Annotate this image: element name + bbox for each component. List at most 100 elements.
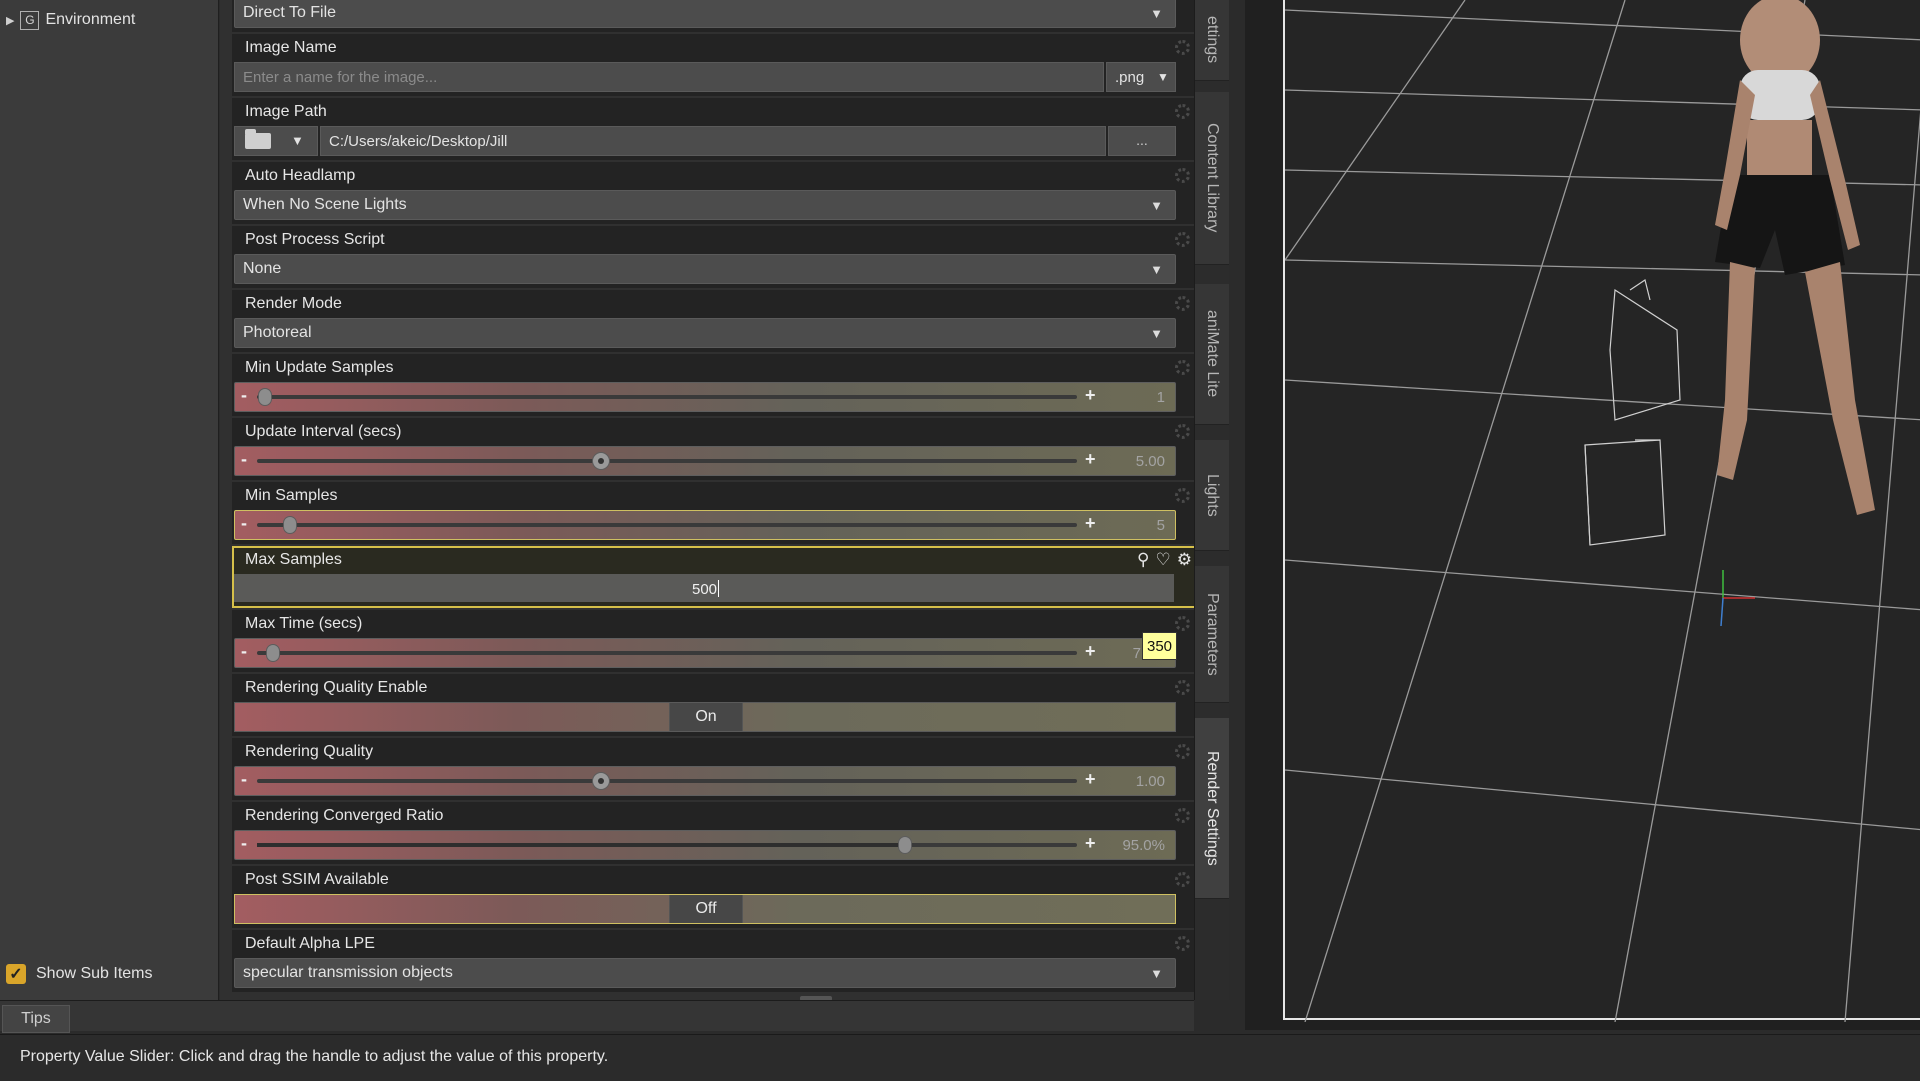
slider-handle[interactable] [282, 516, 297, 534]
tab-parameters[interactable]: Parameters [1195, 566, 1229, 703]
bottom-tab-bar: Tips [0, 1000, 1194, 1033]
prop-post-process-script: Post Process Script None ▼ [232, 226, 1200, 288]
gear-icon[interactable]: ⚙ [1177, 550, 1192, 570]
gear-icon[interactable] [1175, 424, 1190, 439]
tab-label: Parameters [1204, 592, 1221, 676]
render-mode-select[interactable]: Photoreal ▼ [234, 318, 1176, 348]
slider-value[interactable]: 1 [1157, 389, 1165, 406]
rcr-slider[interactable]: - + 95.0% [234, 830, 1176, 860]
decrement-button[interactable]: - [241, 641, 247, 662]
slider-value[interactable]: 7 [1133, 645, 1141, 662]
slider-track[interactable] [257, 452, 1077, 470]
prop-image-name: Image Name Enter a name for the image...… [232, 34, 1200, 96]
slider-track[interactable] [257, 516, 1077, 534]
link-icon[interactable]: ⚲ [1137, 550, 1149, 570]
dropdown-arrow-icon: ▼ [1150, 262, 1163, 277]
value-tooltip: 350 [1142, 632, 1177, 660]
axis-z [1720, 597, 1724, 627]
increment-button[interactable]: + [1085, 641, 1096, 662]
tab-render-settings[interactable]: Render Settings [1195, 718, 1229, 899]
render-target-select[interactable]: Direct To File ▼ [234, 0, 1176, 28]
gear-icon[interactable] [1175, 872, 1190, 887]
tree-item-environment[interactable]: ▶ G Environment [6, 8, 135, 32]
tab-lights[interactable]: Lights [1195, 440, 1229, 551]
gear-icon[interactable] [1175, 296, 1190, 311]
tab-content-library[interactable]: Content Library [1195, 92, 1229, 265]
tab-tips[interactable]: Tips [2, 1005, 70, 1033]
prop-default-alpha-lpe: Default Alpha LPE specular transmission … [232, 930, 1200, 992]
figure-waist [1747, 120, 1812, 180]
slider-track[interactable] [257, 644, 1077, 662]
increment-button[interactable]: + [1085, 385, 1096, 406]
post-ssim-toggle[interactable]: Off [234, 894, 1176, 924]
increment-button[interactable]: + [1085, 449, 1096, 470]
slider-handle[interactable] [258, 388, 273, 406]
property-icons: ⚲ ♡ ⚙ [1137, 550, 1192, 570]
gear-icon[interactable] [1175, 616, 1190, 631]
slider-track[interactable] [257, 388, 1077, 406]
image-path-field[interactable]: C:/Users/akeic/Desktop/Jill [320, 126, 1106, 156]
gear-icon[interactable] [1175, 232, 1190, 247]
increment-button[interactable]: + [1085, 513, 1096, 534]
max-time-slider[interactable]: - + 7 [234, 638, 1176, 668]
toggle-button[interactable]: On [669, 703, 743, 731]
gear-icon[interactable] [1175, 744, 1190, 759]
status-bar: Property Value Slider: Click and drag th… [0, 1034, 1920, 1081]
gear-icon[interactable] [1175, 360, 1190, 375]
min-update-slider[interactable]: - + 1 [234, 382, 1176, 412]
image-name-input[interactable]: Enter a name for the image... [234, 62, 1104, 92]
3d-viewport[interactable] [1245, 0, 1920, 1030]
update-interval-slider[interactable]: - + 5.00 [234, 446, 1176, 476]
slider-track[interactable] [257, 772, 1077, 790]
post-process-select[interactable]: None ▼ [234, 254, 1176, 284]
slider-track[interactable] [257, 836, 1077, 854]
browse-button[interactable]: ... [1108, 126, 1176, 156]
rq-label: Rendering Quality [245, 743, 374, 760]
image-path-label: Image Path [245, 103, 327, 120]
slider-value[interactable]: 1.00 [1136, 773, 1165, 790]
slider-value[interactable]: 95.0% [1122, 837, 1165, 854]
show-sub-items-checkbox[interactable]: ✓ Show Sub Items [6, 964, 153, 984]
decrement-button[interactable]: - [241, 449, 247, 470]
slider-handle[interactable] [592, 452, 611, 470]
expand-arrow-icon[interactable]: ▶ [6, 14, 14, 27]
increment-button[interactable]: + [1085, 833, 1096, 854]
dropdown-arrow-icon: ▼ [1157, 70, 1169, 84]
slider-handle[interactable] [897, 836, 912, 854]
alpha-lpe-select[interactable]: specular transmission objects ▼ [234, 958, 1176, 988]
image-format-select[interactable]: .png ▼ [1106, 62, 1176, 92]
auto-headlamp-select[interactable]: When No Scene Lights ▼ [234, 190, 1176, 220]
rq-enable-toggle[interactable]: On [234, 702, 1176, 732]
alpha-lpe-value: specular transmission objects [243, 964, 453, 981]
min-samples-slider[interactable]: - + 5 [234, 510, 1176, 540]
favorite-heart-icon[interactable]: ♡ [1156, 550, 1171, 570]
gear-icon[interactable] [1175, 104, 1190, 119]
post-process-value: None [243, 260, 282, 277]
decrement-button[interactable]: - [241, 513, 247, 534]
folder-menu-button[interactable]: ▼ [234, 126, 318, 156]
toggle-button[interactable]: Off [669, 895, 743, 923]
gear-icon[interactable] [1175, 808, 1190, 823]
viewport-frame [1283, 0, 1920, 1023]
gear-icon[interactable] [1175, 40, 1190, 55]
auto-headlamp-value: When No Scene Lights [243, 196, 407, 213]
slider-value[interactable]: 5 [1157, 517, 1165, 534]
slider-handle[interactable] [592, 772, 611, 790]
decrement-button[interactable]: - [241, 769, 247, 790]
tree-item-label: Environment [45, 11, 136, 28]
decrement-button[interactable]: - [241, 833, 247, 854]
gear-icon[interactable] [1175, 936, 1190, 951]
dropdown-arrow-icon: ▼ [291, 133, 304, 148]
decrement-button[interactable]: - [241, 385, 247, 406]
rq-slider[interactable]: - + 1.00 [234, 766, 1176, 796]
gear-icon[interactable] [1175, 680, 1190, 695]
gear-icon[interactable] [1175, 168, 1190, 183]
max-time-label: Max Time (secs) [245, 615, 363, 632]
max-samples-input[interactable]: 500 [234, 574, 1174, 602]
gear-icon[interactable] [1175, 488, 1190, 503]
slider-value[interactable]: 5.00 [1136, 453, 1165, 470]
tab-settings[interactable]: ettings [1195, 0, 1229, 81]
tab-animate-lite[interactable]: aniMate Lite [1195, 284, 1229, 425]
increment-button[interactable]: + [1085, 769, 1096, 790]
slider-handle[interactable] [266, 644, 281, 662]
